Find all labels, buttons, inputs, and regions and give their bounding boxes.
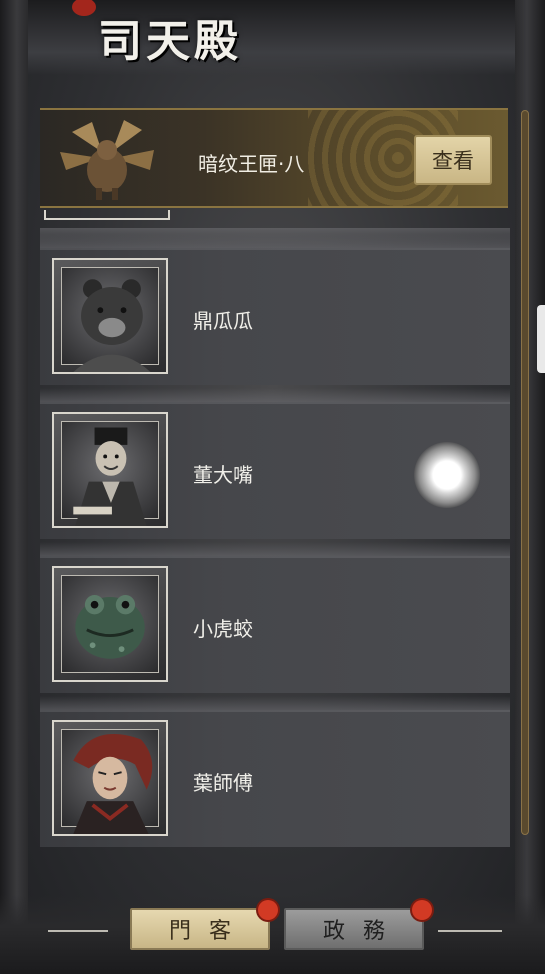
scrollbar[interactable]: [521, 110, 529, 835]
winged-beast-icon: [52, 112, 162, 204]
tab-label: 政務: [322, 919, 403, 944]
right-frame: [515, 0, 545, 974]
header: 司天殿: [28, 0, 515, 75]
item-banner: 暗纹王匣·八 查看: [40, 108, 508, 208]
character-name: 小虎蛟: [193, 617, 253, 641]
seal-ornament: [72, 0, 96, 16]
bear-portrait-icon: [52, 258, 168, 374]
notification-dot: [258, 900, 278, 920]
scholar-portrait-icon: [52, 412, 168, 528]
divider-stub: [44, 210, 170, 220]
character-name: 鼎瓜瓜: [193, 309, 253, 333]
view-button[interactable]: 查看: [414, 135, 492, 185]
divider-line-left: [48, 930, 108, 932]
tab-retainers[interactable]: 門客: [130, 908, 270, 950]
left-frame: [0, 0, 28, 974]
character-name: 董大嘴: [193, 463, 253, 487]
character-name: 葉師傅: [193, 771, 253, 795]
toad-portrait-icon: [52, 566, 168, 682]
list-item[interactable]: 葉師傅: [40, 696, 510, 847]
character-list: 鼎瓜瓜 董大嘴 小虎蛟 葉師傅: [40, 234, 510, 864]
list-item[interactable]: 鼎瓜瓜: [40, 234, 510, 385]
touch-indicator: [414, 442, 480, 508]
side-pull-tab[interactable]: [537, 305, 545, 373]
page-title: 司天殿: [98, 16, 242, 67]
divider-line-right: [438, 930, 502, 932]
notification-dot: [412, 900, 432, 920]
warrior-portrait-icon: [52, 720, 168, 836]
tab-affairs[interactable]: 政務: [284, 908, 424, 950]
item-name: 暗纹王匣·八: [198, 152, 305, 176]
tab-label: 門客: [168, 919, 249, 944]
list-item[interactable]: 小虎蛟: [40, 542, 510, 693]
